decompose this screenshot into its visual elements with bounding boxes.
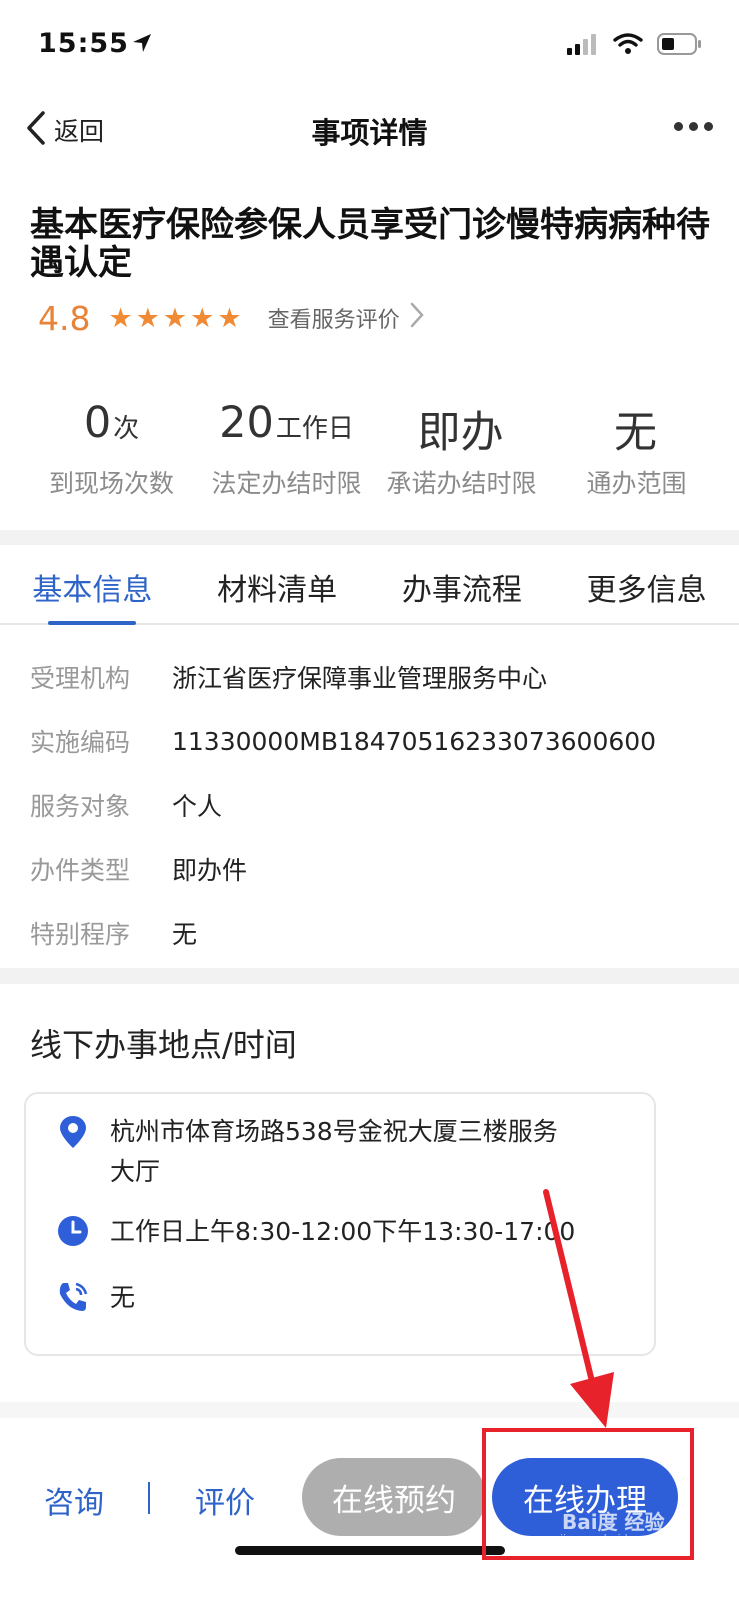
stat-unit: 工作日 [275,414,354,444]
star-icon: ★ [162,302,188,334]
basic-info-list: 受理机构 浙江省医疗保障事业管理服务中心 实施编码 11330000MB1847… [30,645,720,965]
stat-label: 到现场次数 [48,469,174,498]
info-key: 服务对象 [30,792,131,821]
hours-row: 工作日上午8:30-12:00下午13:30-17:00 [56,1212,575,1252]
tab-basic-info[interactable]: 基本信息 [0,545,185,625]
consult-link[interactable]: 咨询 [44,1478,104,1522]
stat-legal-limit: 20 工作日 法定办结时限 [199,398,374,508]
phone-value: 无 [110,1283,136,1312]
star-icon: ★ [217,302,242,334]
info-row: 服务对象 个人 [30,773,720,837]
review-link[interactable]: 评价 [195,1478,255,1522]
info-key: 实施编码 [30,728,131,757]
rating-score: 4.8 [38,298,91,338]
stat-value: 20 [219,398,274,448]
view-reviews-label: 查看服务评价 [267,308,400,333]
rating-row: 4.8 ★ ★ ★ ★ ★ 查看服务评价 [38,298,424,338]
office-hours: 工作日上午8:30-12:00下午13:30-17:00 [110,1217,576,1246]
stat-promised-limit: 即办 承诺办结时限 [374,398,549,508]
stat-label: 承诺办结时限 [386,469,537,498]
stat-value: 无 [614,408,657,458]
page-title: 事项详情 [311,116,428,150]
star-icon: ★ [135,302,160,334]
item-title: 基本医疗保险参保人员享受门诊慢特病病种待遇认定 [30,205,710,283]
status-icons [567,32,703,60]
bottom-divider [148,1482,150,1514]
stat-scope: 无 通办范围 [549,398,724,508]
stat-label: 法定办结时限 [211,469,362,498]
info-value: 11330000MB18470516233073600600 [172,726,657,756]
watermark-brand: Bai度 经验 [562,1510,665,1534]
stat-label: 通办范围 [586,469,687,498]
info-row: 受理机构 浙江省医疗保障事业管理服务中心 [30,645,720,709]
stat-visits: 0次 到现场次数 [24,398,199,508]
clock-icon [56,1214,90,1248]
more-menu-icon[interactable] [674,122,713,131]
tab-process[interactable]: 办事流程 [370,545,555,623]
battery-icon [657,32,703,60]
status-time: 15:55 [38,28,129,59]
watermark-url: jingyan.baidu.com [560,1532,662,1545]
location-arrow-icon [130,31,154,59]
star-icon: ★ [190,302,215,334]
stat-value: 0 [83,398,112,448]
info-value: 浙江省医疗保障事业管理服务中心 [172,664,548,693]
star-icon: ★ [108,302,133,334]
view-reviews-link[interactable]: 查看服务评价 [268,302,424,334]
online-reservation-button[interactable]: 在线预约 [302,1458,486,1536]
address-line: 大厅 [110,1157,161,1186]
chevron-right-icon [410,302,424,334]
section-divider [0,1402,739,1418]
home-indicator [235,1546,505,1555]
tab-materials[interactable]: 材料清单 [185,545,370,623]
tab-more-info[interactable]: 更多信息 [554,545,739,623]
info-row: 办件类型 即办件 [30,837,720,901]
star-rating: ★ ★ ★ ★ ★ [108,305,241,332]
phone-row: 无 [56,1278,135,1318]
info-value: 无 [172,920,198,949]
info-key: 受理机构 [30,664,131,693]
section-divider [0,530,739,545]
info-key: 办件类型 [30,856,131,885]
stats-row: 0次 到现场次数 20 工作日 法定办结时限 即办 承诺办结时限 无 通办范围 [24,398,724,508]
phone-icon [56,1280,90,1314]
section-divider [0,968,739,984]
info-row: 特别程序 无 [30,901,720,965]
offline-location-card: 杭州市体育场路538号金祝大厦三楼服务 大厅 工作日上午8:30-12:00下午… [24,1092,656,1356]
offline-section-title: 线下办事地点/时间 [30,1026,297,1064]
status-bar: 15:55 [0,0,739,90]
info-row: 实施编码 11330000MB18470516233073600600 [30,709,720,773]
wifi-icon [613,33,643,59]
address-row: 杭州市体育场路538号金祝大厦三楼服务 大厅 [56,1112,558,1192]
nav-bar: 返回 事项详情 [0,92,739,172]
info-value: 即办件 [172,856,248,885]
info-key: 特别程序 [30,920,131,949]
stat-value: 即办 [417,408,504,458]
address-line: 杭州市体育场路538号金祝大厦三楼服务 [110,1117,558,1146]
tab-bar: 基本信息 材料清单 办事流程 更多信息 [0,545,739,625]
info-value: 个人 [172,792,223,821]
location-pin-icon [56,1114,90,1148]
signal-icon [567,33,599,59]
stat-unit: 次 [113,414,140,444]
